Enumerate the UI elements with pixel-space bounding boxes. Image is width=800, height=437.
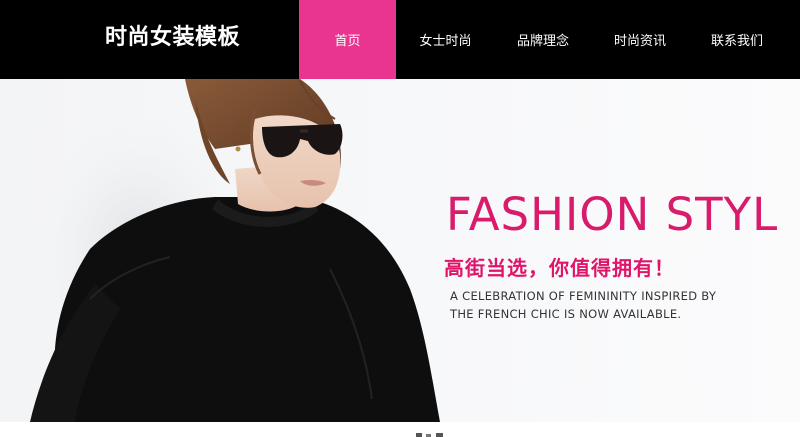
hero-title: FASHION STYL — [446, 188, 779, 241]
hero-subtitle: 高街当选，你值得拥有！ — [444, 256, 675, 280]
hero-description-line: THE FRENCH CHIC IS NOW AVAILABLE. — [450, 307, 682, 321]
section-heading-fragment — [416, 433, 443, 437]
model-photo — [30, 79, 441, 422]
hero-description: A CELEBRATION OF FEMININITY INSPIRED BY … — [450, 287, 716, 323]
top-header: 时尚女装模板 首页 女士时尚 品牌理念 时尚资讯 联系我们 — [0, 0, 800, 79]
site-logo[interactable]: 时尚女装模板 — [105, 22, 240, 54]
nav-item-contact[interactable]: 联系我们 — [689, 0, 785, 79]
hero-description-line: A CELEBRATION OF FEMININITY INSPIRED BY — [450, 289, 717, 303]
nav-item-fashion-news[interactable]: 时尚资讯 — [591, 0, 689, 79]
nav-item-women-fashion[interactable]: 女士时尚 — [396, 0, 495, 79]
hero-banner[interactable]: FASHION STYL 高街当选，你值得拥有！ A CELEBRATION O… — [0, 79, 800, 422]
nav-item-brand-concept[interactable]: 品牌理念 — [495, 0, 591, 79]
main-nav: 首页 女士时尚 品牌理念 时尚资讯 联系我们 — [299, 0, 785, 79]
nav-item-home[interactable]: 首页 — [299, 0, 396, 79]
section-divider — [0, 422, 800, 437]
